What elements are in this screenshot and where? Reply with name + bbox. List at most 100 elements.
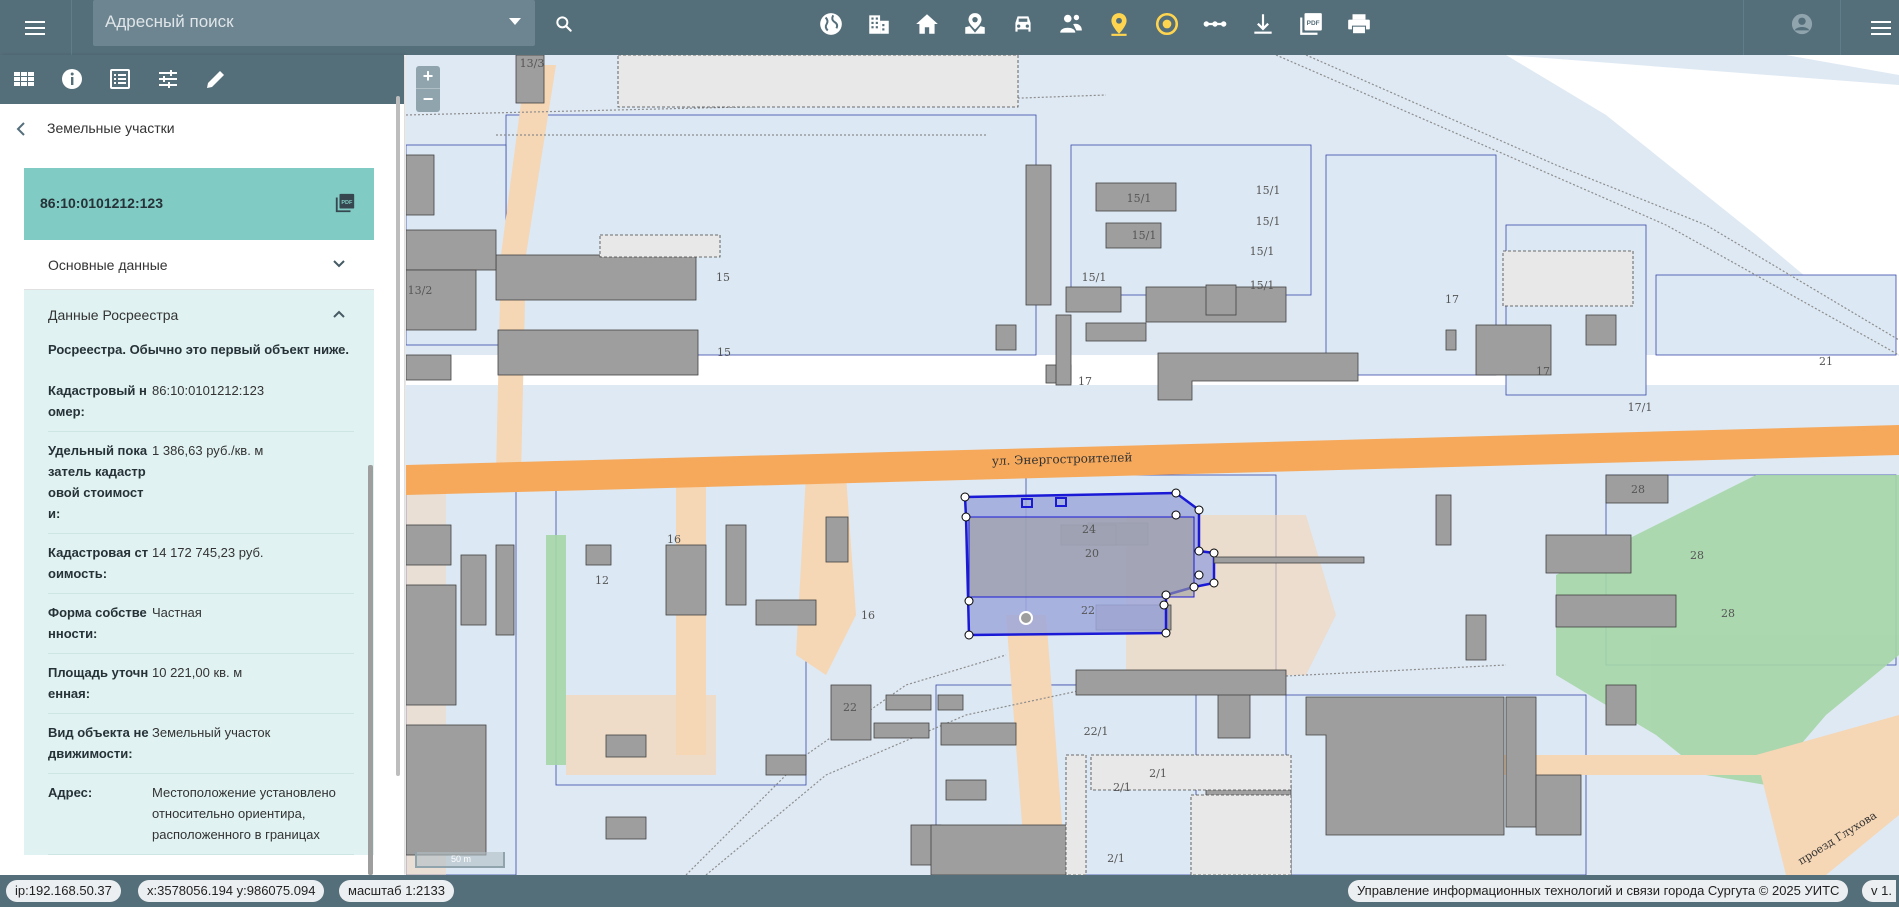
ip-chip: ip:192.168.50.37 <box>6 880 121 902</box>
detail-value: 1 386,63 руб./кв. м <box>152 443 264 458</box>
divider <box>71 0 72 55</box>
details-note: Росреестра. Обычно это первый объект ниж… <box>48 342 349 357</box>
info-icon[interactable] <box>60 67 84 91</box>
section-basic-data[interactable]: Основные данные <box>24 240 374 290</box>
map-label: 15 <box>717 346 731 359</box>
map-label: 2/1 <box>1149 767 1167 780</box>
map-label: 15/1 <box>1250 245 1275 258</box>
rosreestr-details: Росреестра. Обычно это первый объект ниж… <box>24 340 374 855</box>
pdf-icon[interactable]: PDF <box>1298 11 1324 37</box>
chevron-up-icon[interactable] <box>332 309 346 319</box>
map-label: 28 <box>1690 549 1704 562</box>
car-icon[interactable] <box>1010 11 1036 37</box>
back-label: Земельные участки <box>47 120 175 136</box>
detail-key: Кадастровая стоимость: <box>48 545 149 581</box>
section-label: Данные Росреестра <box>48 307 179 323</box>
filter-sliders-icon[interactable] <box>156 67 180 91</box>
map-label: 13/3 <box>520 57 545 70</box>
cadastral-number-title: 86:10:0101212:123 <box>40 195 163 211</box>
detail-row: Удельный показатель кадастровой стоимост… <box>48 432 354 534</box>
edit-pencil-icon[interactable] <box>204 67 228 91</box>
detail-value: Местоположение установлено относительно … <box>152 785 336 842</box>
chevron-down-icon[interactable] <box>509 18 521 25</box>
map-label: 17 <box>1445 293 1459 306</box>
map-canvas[interactable]: 13/3 13/2 15 15 15/1 15/1 15/1 15/1 15/1… <box>406 55 1899 875</box>
svg-text:PDF: PDF <box>1307 20 1320 27</box>
status-bar: ip:192.168.50.37 x:3578056.194 y:986075.… <box>0 875 1899 907</box>
list-icon[interactable] <box>108 67 132 91</box>
map-label: 15/1 <box>1132 229 1157 242</box>
card-header: 86:10:0101212:123 PDF <box>24 168 374 240</box>
zoom-in-button[interactable]: + <box>416 66 440 89</box>
svg-text:PDF: PDF <box>341 200 353 206</box>
search-icon[interactable] <box>554 14 574 34</box>
details-scroll-area[interactable]: 86:10:0101212:123 PDF Основные данные Да… <box>0 154 400 875</box>
land-plot-card: 86:10:0101212:123 PDF Основные данные Да… <box>24 168 374 855</box>
right-menu-icon[interactable] <box>1866 13 1896 43</box>
detail-row: Адрес: Местоположение установлено относит… <box>48 774 354 855</box>
location-pin-icon[interactable] <box>1106 11 1132 37</box>
divider <box>1743 0 1744 55</box>
detail-key: Адрес: <box>48 785 93 800</box>
plot-marker-icon[interactable] <box>962 11 988 37</box>
map-label: 17 <box>1536 365 1550 378</box>
detail-value: 14 172 745,23 руб. <box>152 545 264 560</box>
coordinates-chip: x:3578056.194 y:986075.094 <box>138 880 325 902</box>
target-icon[interactable] <box>1154 11 1180 37</box>
copyright-chip: Управление информационных технологий и с… <box>1348 880 1849 902</box>
map-label: 22 <box>1081 604 1095 617</box>
chevron-left-icon[interactable] <box>14 121 28 137</box>
buildings-icon[interactable] <box>866 11 892 37</box>
detail-value: Земельный участок <box>152 725 271 740</box>
map-label: 21 <box>1819 355 1833 368</box>
map-label: 22 <box>843 701 857 714</box>
map-label: 2/1 <box>1113 781 1131 794</box>
back-to-land-plots[interactable]: Земельные участки <box>0 104 400 154</box>
map-label: 17 <box>1078 375 1092 388</box>
map-label: 2/1 <box>1107 852 1125 865</box>
grid-icon[interactable] <box>12 67 36 91</box>
zoom-out-button[interactable]: − <box>416 89 440 112</box>
map-label: 12 <box>595 574 609 587</box>
detail-row: Площадь уточненная: 10 221,00 кв. м <box>48 654 354 714</box>
scale-chip: масштаб 1:2133 <box>339 880 454 902</box>
hamburger-menu-icon[interactable] <box>20 13 50 43</box>
map-label: 15/1 <box>1250 279 1275 292</box>
address-search-field[interactable] <box>93 0 535 46</box>
pdf-export-icon[interactable]: PDF <box>334 192 356 214</box>
map-label: 24 <box>1082 523 1096 536</box>
globe-icon[interactable] <box>818 11 844 37</box>
home-icon[interactable] <box>914 11 940 37</box>
inner-scrollbar[interactable] <box>368 465 373 875</box>
detail-row: Форма собственности: Частная <box>48 594 354 654</box>
detail-row: Кадастровая стоимость: 14 172 745,23 руб. <box>48 534 354 594</box>
top-toolbar: PDF <box>0 0 1899 55</box>
section-label: Основные данные <box>48 257 168 273</box>
map-label: 17/1 <box>1628 401 1653 414</box>
detail-value: 86:10:0101212:123 <box>152 383 265 398</box>
detail-key: Вид объекта недвижимости: <box>48 725 149 761</box>
detail-key: Кадастровый номер: <box>48 383 147 419</box>
map-label: 28 <box>1721 607 1735 620</box>
map-label: 16 <box>667 533 681 546</box>
sidebar-scrollbar[interactable] <box>396 96 400 776</box>
map-label: 15/1 <box>1256 184 1281 197</box>
download-icon[interactable] <box>1250 11 1276 37</box>
print-icon[interactable] <box>1346 11 1372 37</box>
measure-icon[interactable] <box>1202 11 1228 37</box>
map-label: 15/1 <box>1256 215 1281 228</box>
section-rosreestr-data[interactable]: Данные Росреестра <box>24 290 374 340</box>
people-icon[interactable] <box>1058 11 1084 37</box>
chevron-down-icon[interactable] <box>332 259 346 269</box>
detail-value: Частная <box>152 605 202 620</box>
address-search-input[interactable] <box>105 10 485 34</box>
scale-bar: 50 m <box>415 852 505 868</box>
detail-value: 10 221,00 кв. м <box>152 665 243 680</box>
map-label: 28 <box>1631 483 1645 496</box>
detail-row: Кадастровый номер: 86:10:0101212:123 <box>48 372 354 432</box>
scale-bar-label: 50 m <box>451 854 472 864</box>
detail-row: Вид объекта недвижимости: Земельный участ… <box>48 714 354 774</box>
map-svg[interactable]: 13/3 13/2 15 15 15/1 15/1 15/1 15/1 15/1… <box>406 55 1899 875</box>
map-label: 13/2 <box>408 284 433 297</box>
user-avatar-icon[interactable] <box>1791 13 1813 35</box>
